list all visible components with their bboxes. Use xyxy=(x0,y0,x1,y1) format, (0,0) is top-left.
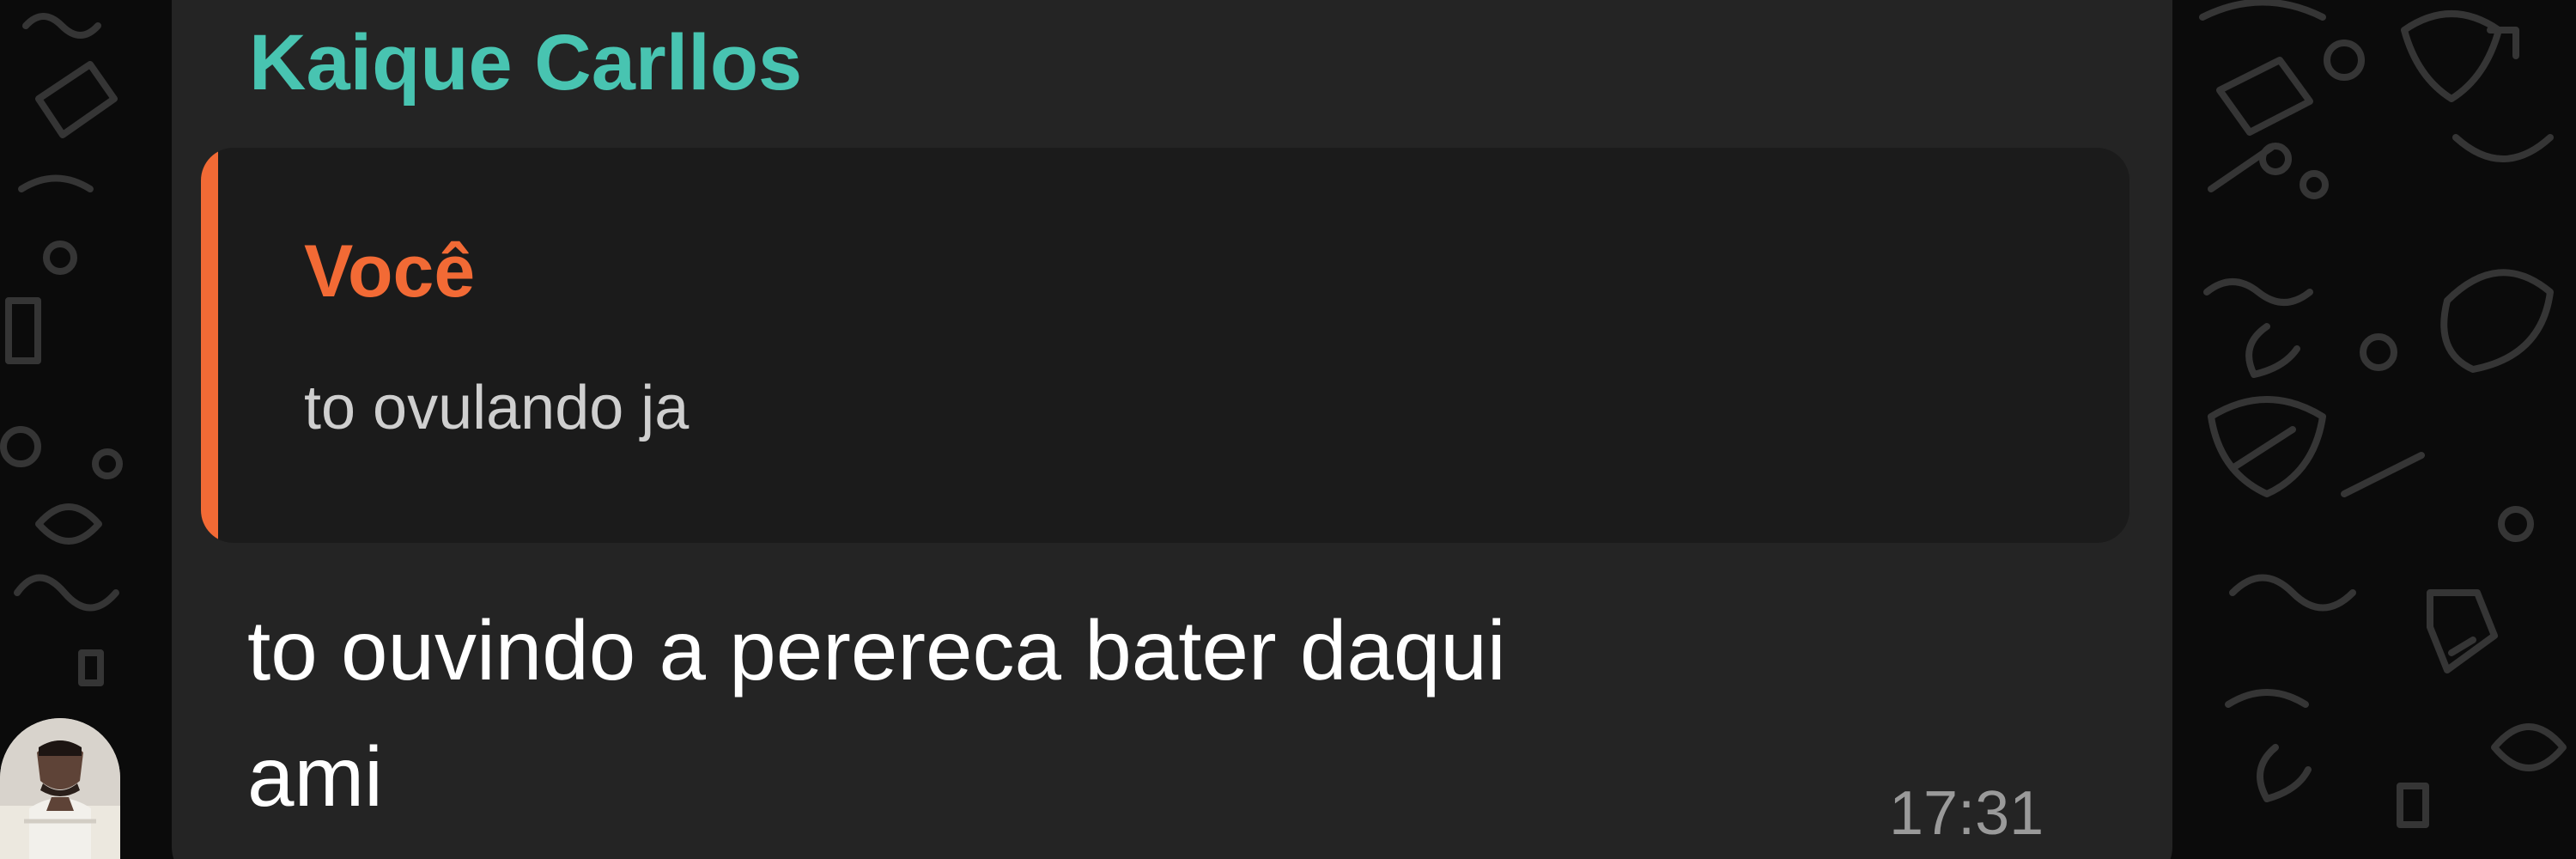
quote-accent-bar xyxy=(201,148,218,543)
message-text: to ouvindo a perereca bater daqui ami xyxy=(247,603,1506,824)
message-bubble[interactable]: Kaique Carllos Você to ovulando ja to ou… xyxy=(172,0,2172,859)
quoted-message[interactable]: Você to ovulando ja xyxy=(201,148,2129,543)
quoted-author: Você xyxy=(304,230,476,313)
message-time: 17:31 xyxy=(1889,779,2044,848)
contact-avatar[interactable] xyxy=(0,718,120,859)
quoted-text: to ovulando ja xyxy=(304,374,690,442)
sender-name[interactable]: Kaique Carllos xyxy=(249,15,802,110)
contact-avatar-photo xyxy=(0,718,120,859)
chat-screen: Kaique Carllos Você to ovulando ja to ou… xyxy=(0,0,2576,859)
